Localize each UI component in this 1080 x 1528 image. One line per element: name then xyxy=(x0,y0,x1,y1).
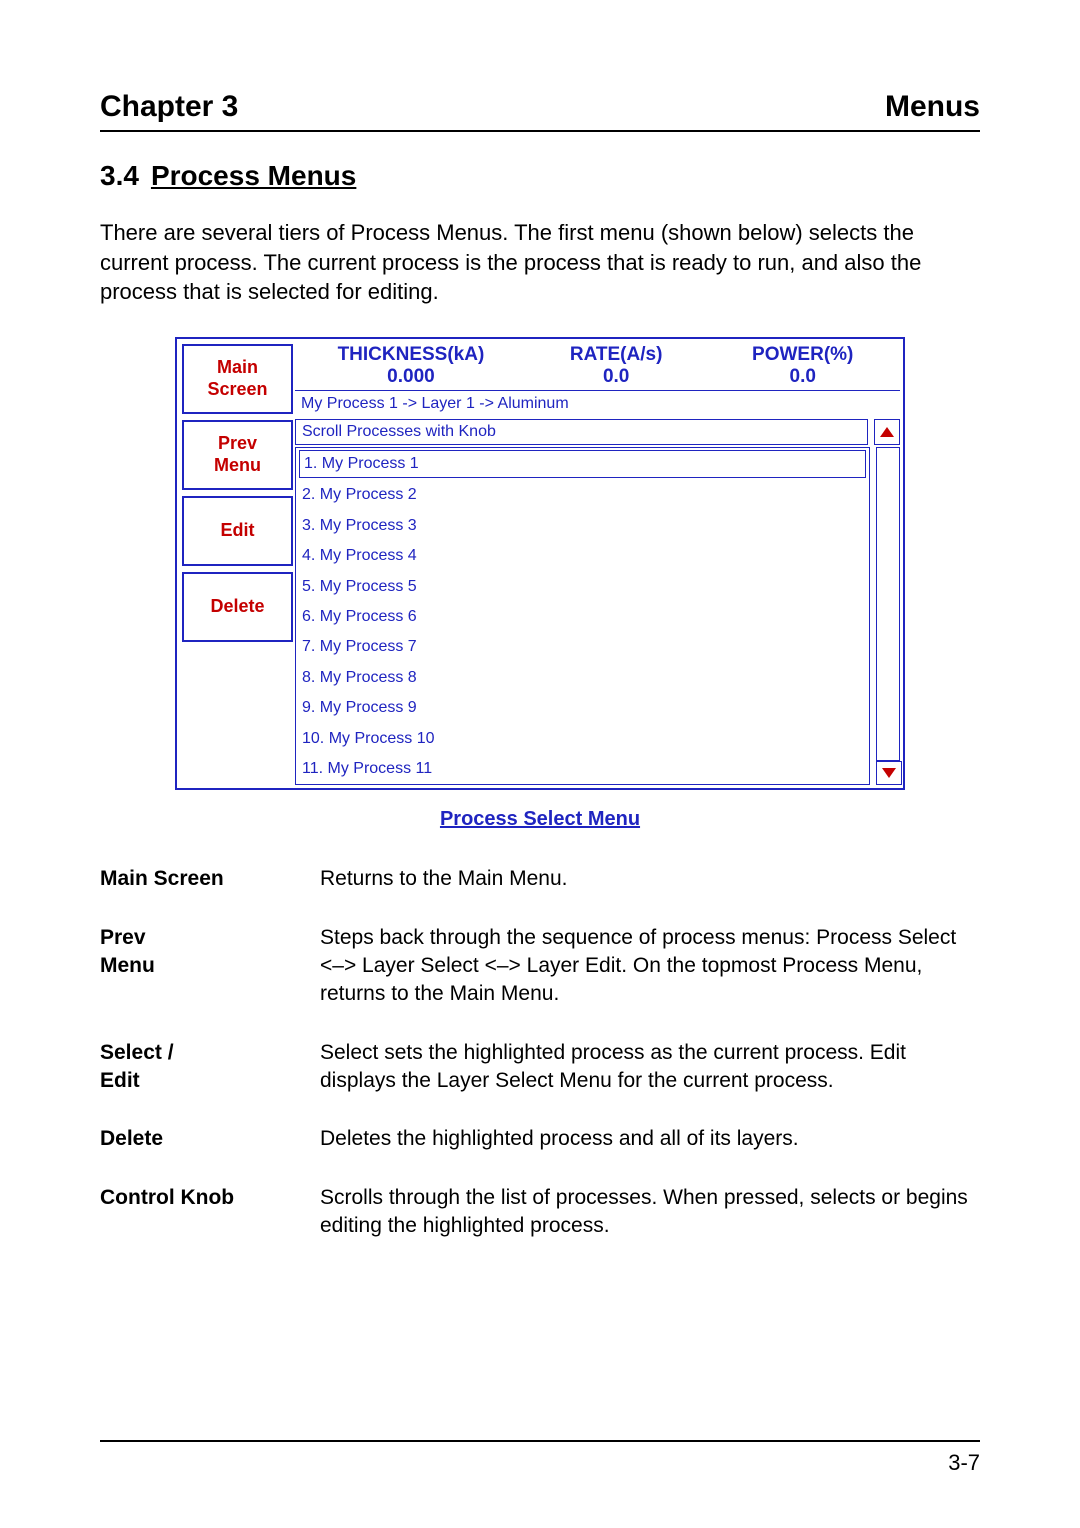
prev-menu-button[interactable]: Prev Menu xyxy=(182,420,293,490)
chevron-down-icon xyxy=(882,768,896,778)
power-label: POWER(%) xyxy=(709,344,896,366)
definition-desc: Returns to the Main Menu. xyxy=(320,865,980,893)
process-row[interactable]: 6. My Process 6 xyxy=(296,602,869,632)
definition-desc: Deletes the highlighted process and all … xyxy=(320,1125,980,1153)
definition-term: Prev Menu xyxy=(100,924,290,1009)
rate-value: 0.0 xyxy=(523,366,710,388)
prev-menu-button-line1: Prev xyxy=(186,433,289,455)
process-row[interactable]: 5. My Process 5 xyxy=(296,572,869,602)
definition-term: Control Knob xyxy=(100,1184,290,1241)
thickness-value: 0.000 xyxy=(299,366,523,388)
process-row[interactable]: 9. My Process 9 xyxy=(296,693,869,723)
definition-term: Select / Edit xyxy=(100,1039,290,1096)
page-number: 3-7 xyxy=(948,1450,980,1476)
process-row[interactable]: 8. My Process 8 xyxy=(296,663,869,693)
process-row[interactable]: 10. My Process 10 xyxy=(296,724,869,754)
prev-menu-button-line2: Menu xyxy=(186,455,289,477)
chevron-up-icon xyxy=(880,427,894,437)
definitions-table: Main Screen Returns to the Main Menu. Prev… xyxy=(100,865,980,1240)
process-row[interactable]: 7. My Process 7 xyxy=(296,632,869,662)
scrollbar[interactable] xyxy=(876,447,900,785)
chapter-header: Chapter 3 Menus xyxy=(100,90,980,132)
process-list[interactable]: 1. My Process 12. My Process 23. My Proc… xyxy=(295,447,870,785)
edit-button[interactable]: Edit xyxy=(182,496,293,566)
definition-term: Main Screen xyxy=(100,865,290,893)
definition-desc: Scrolls through the list of processes. W… xyxy=(320,1184,980,1241)
process-row[interactable]: 3. My Process 3 xyxy=(296,511,869,541)
section-heading: 3.4 Process Menus xyxy=(100,160,980,192)
section-title-text: Process Menus xyxy=(151,160,356,192)
definition-desc: Select sets the highlighted process as t… xyxy=(320,1039,980,1096)
footer-rule xyxy=(100,1440,980,1442)
definition-term: Delete xyxy=(100,1125,290,1153)
scrollbar-track[interactable] xyxy=(876,447,900,761)
main-screen-button-line2: Screen xyxy=(186,379,289,401)
breadcrumb: My Process 1 -> Layer 1 -> Aluminum xyxy=(295,390,900,417)
side-buttons-column: Main Screen Prev Menu Edit Delete xyxy=(180,342,295,785)
panel-caption: Process Select Menu xyxy=(100,808,980,831)
section-number: 3.4 xyxy=(100,160,139,192)
process-row[interactable]: 1. My Process 1 xyxy=(299,450,866,478)
chapter-label: Chapter 3 xyxy=(100,90,238,124)
scroll-down-button[interactable] xyxy=(876,761,902,785)
delete-button[interactable]: Delete xyxy=(182,572,293,642)
main-screen-button-line1: Main xyxy=(186,357,289,379)
delete-button-label: Delete xyxy=(186,596,289,618)
scroll-instruction: Scroll Processes with Knob xyxy=(295,419,868,445)
process-panel: Main Screen Prev Menu Edit Delete xyxy=(175,337,905,790)
rate-label: RATE(A/s) xyxy=(523,344,710,366)
chapter-right-label: Menus xyxy=(885,90,980,124)
panel-right-area: THICKNESS(kA) 0.000 RATE(A/s) 0.0 POWER(… xyxy=(295,342,900,785)
stats-row: THICKNESS(kA) 0.000 RATE(A/s) 0.0 POWER(… xyxy=(295,342,900,390)
process-row[interactable]: 2. My Process 2 xyxy=(296,480,869,510)
intro-paragraph: There are several tiers of Process Menus… xyxy=(100,218,980,307)
scroll-up-button[interactable] xyxy=(874,419,900,445)
power-value: 0.0 xyxy=(709,366,896,388)
thickness-label: THICKNESS(kA) xyxy=(299,344,523,366)
edit-button-label: Edit xyxy=(186,520,289,542)
definition-desc: Steps back through the sequence of proce… xyxy=(320,924,980,1009)
process-row[interactable]: 4. My Process 4 xyxy=(296,541,869,571)
main-screen-button[interactable]: Main Screen xyxy=(182,344,293,414)
process-row[interactable]: 11. My Process 11 xyxy=(296,754,869,784)
